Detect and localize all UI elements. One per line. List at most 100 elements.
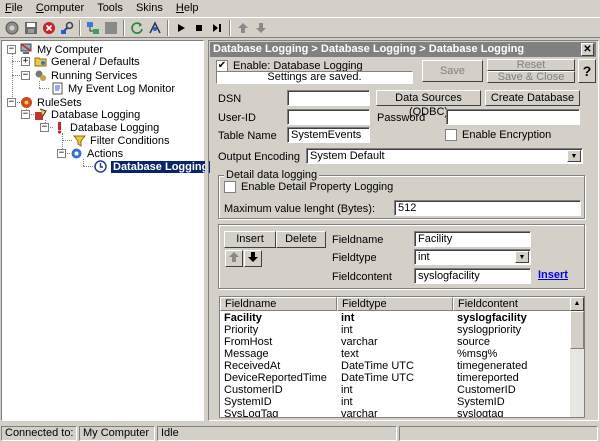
max-value-length-label: Maximum value lenght (Bytes):	[224, 203, 375, 215]
fieldname-input[interactable]: Facility	[414, 231, 531, 247]
action-icon	[94, 160, 107, 173]
help-button[interactable]: ?	[578, 59, 596, 83]
insert-property-link[interactable]: Insert	[538, 269, 568, 281]
folder-icon	[34, 55, 47, 68]
save-button[interactable]: Save	[422, 60, 483, 82]
column-header-fieldtype[interactable]: Fieldtype	[337, 297, 453, 311]
save-close-button[interactable]: Save & Close	[487, 71, 575, 83]
stop-icon[interactable]	[40, 19, 58, 37]
toolbar-separator	[79, 20, 81, 36]
field-mapping-table: Fieldname Fieldtype Fieldcontent Facilit…	[219, 296, 585, 418]
move-up-icon[interactable]	[234, 19, 252, 37]
move-down-icon[interactable]	[252, 19, 270, 37]
max-value-length-input[interactable]: 512	[394, 200, 581, 216]
data-sources-odbc-button[interactable]: Data Sources (ODBC)	[376, 90, 481, 118]
status-computer: My Computer	[79, 426, 155, 441]
rule-icon	[53, 121, 66, 134]
tree-item-ruleset-database-logging[interactable]: − Database Logging	[21, 108, 140, 121]
tree-item-general-defaults[interactable]: + General / Defaults	[21, 55, 140, 68]
table-row[interactable]: FromHost varchar source	[220, 336, 572, 348]
network-icon[interactable]	[84, 19, 102, 37]
table-cell: FromHost	[224, 336, 273, 348]
table-row[interactable]: Priority int syslogpriority	[220, 324, 572, 336]
table-row[interactable]: Message text %msg%	[220, 348, 572, 360]
move-field-up-button[interactable]	[225, 250, 243, 267]
tree-item-action-database-logging[interactable]: Database Logging	[94, 160, 211, 173]
actions-icon	[70, 147, 83, 160]
tree-item-event-log-monitor[interactable]: My Event Log Monitor	[51, 82, 175, 95]
table-cell: source	[457, 336, 491, 348]
configuration-tree: − My Computer + General / Defaults − Run…	[1, 40, 211, 421]
column-header-fieldcontent[interactable]: Fieldcontent	[453, 297, 571, 311]
enable-encryption-checkbox[interactable]	[445, 129, 457, 141]
password-input[interactable]	[446, 109, 580, 125]
close-panel-button[interactable]: ✕	[581, 43, 594, 56]
disabled-block-icon[interactable]	[102, 19, 120, 37]
table-cell: timegenerated	[457, 360, 528, 372]
table-row[interactable]: ReceivedAt DateTime UTC timegenerated	[220, 360, 572, 372]
collapse-icon[interactable]: −	[57, 149, 66, 158]
reset-button[interactable]: Reset	[487, 59, 575, 71]
fieldtype-label: Fieldtype	[332, 252, 377, 264]
table-cell: Message	[224, 348, 269, 360]
collapse-icon[interactable]: −	[40, 123, 49, 132]
insert-field-button[interactable]: Insert	[224, 231, 276, 248]
fieldtype-select[interactable]: int ▼	[414, 249, 531, 265]
tree-item-running-services[interactable]: − Running Services	[21, 69, 137, 82]
toolbar-separator	[229, 20, 231, 36]
userid-input[interactable]	[287, 109, 370, 125]
table-cell: varchar	[341, 336, 378, 348]
create-database-button[interactable]: Create Database	[485, 90, 580, 106]
fieldcontent-input[interactable]: syslogfacility	[414, 268, 531, 284]
menu-skins[interactable]: Skins	[131, 0, 168, 16]
services-icon[interactable]	[146, 19, 164, 37]
delete-field-button[interactable]: Delete	[276, 231, 326, 248]
table-row[interactable]: CustomerID int CustomerID	[220, 384, 572, 396]
table-row[interactable]: SysLogTag varchar syslogtag	[220, 408, 572, 418]
output-encoding-label: Output Encoding	[218, 151, 300, 163]
menu-help[interactable]: Help	[171, 0, 204, 16]
userid-label: User-ID	[218, 112, 256, 124]
ruleset-icon	[34, 108, 47, 121]
dsn-input[interactable]	[287, 90, 370, 106]
collapse-icon[interactable]: −	[7, 98, 16, 107]
output-encoding-select[interactable]: System Default ▼	[306, 148, 583, 164]
table-name-input[interactable]: SystemEvents	[287, 127, 370, 143]
refresh-icon[interactable]	[128, 19, 146, 37]
table-row[interactable]: SystemID int SystemID	[220, 396, 572, 408]
status-state: Idle	[157, 426, 397, 441]
table-scrollbar[interactable]: ▲	[570, 297, 584, 417]
menu-file[interactable]: File	[0, 0, 28, 16]
table-row[interactable]: DeviceReportedTime DateTime UTC timereport…	[220, 372, 572, 384]
chevron-down-icon[interactable]: ▼	[515, 251, 529, 263]
tree-item-rule-database-logging[interactable]: − Database Logging	[40, 121, 159, 134]
enable-action-checkbox[interactable]: ✔	[216, 59, 228, 72]
scroll-up-icon[interactable]: ▲	[570, 297, 584, 311]
enable-encryption-row: Enable Encryption	[445, 129, 551, 141]
arrow-down-icon	[248, 252, 258, 262]
tree-item-filter-conditions[interactable]: Filter Conditions	[73, 134, 169, 147]
expand-icon[interactable]: +	[21, 57, 30, 66]
table-name-label: Table Name	[218, 130, 277, 142]
collapse-icon[interactable]: −	[7, 45, 16, 54]
table-cell: varchar	[341, 408, 378, 418]
table-cell: ReceivedAt	[224, 360, 281, 372]
table-row[interactable]: Facility int syslogfacility	[220, 312, 572, 324]
wrench-icon[interactable]	[58, 19, 76, 37]
scroll-thumb[interactable]	[570, 311, 584, 349]
menu-computer[interactable]: Computer	[31, 0, 89, 16]
detail-property-logging-checkbox[interactable]	[224, 181, 236, 193]
chevron-down-icon[interactable]: ▼	[567, 150, 581, 162]
move-field-down-button[interactable]	[244, 250, 262, 267]
stop-square-icon[interactable]	[190, 19, 208, 37]
save-icon[interactable]	[22, 19, 40, 37]
connect-icon[interactable]	[3, 19, 21, 37]
monitor-icon	[51, 82, 64, 95]
skip-icon[interactable]	[208, 19, 226, 37]
menu-tools[interactable]: Tools	[92, 0, 128, 16]
collapse-icon[interactable]: −	[21, 110, 30, 119]
play-icon[interactable]	[172, 19, 190, 37]
tree-item-actions[interactable]: − Actions	[57, 147, 123, 160]
collapse-icon[interactable]: −	[21, 71, 30, 80]
column-header-fieldname[interactable]: Fieldname	[220, 297, 337, 311]
